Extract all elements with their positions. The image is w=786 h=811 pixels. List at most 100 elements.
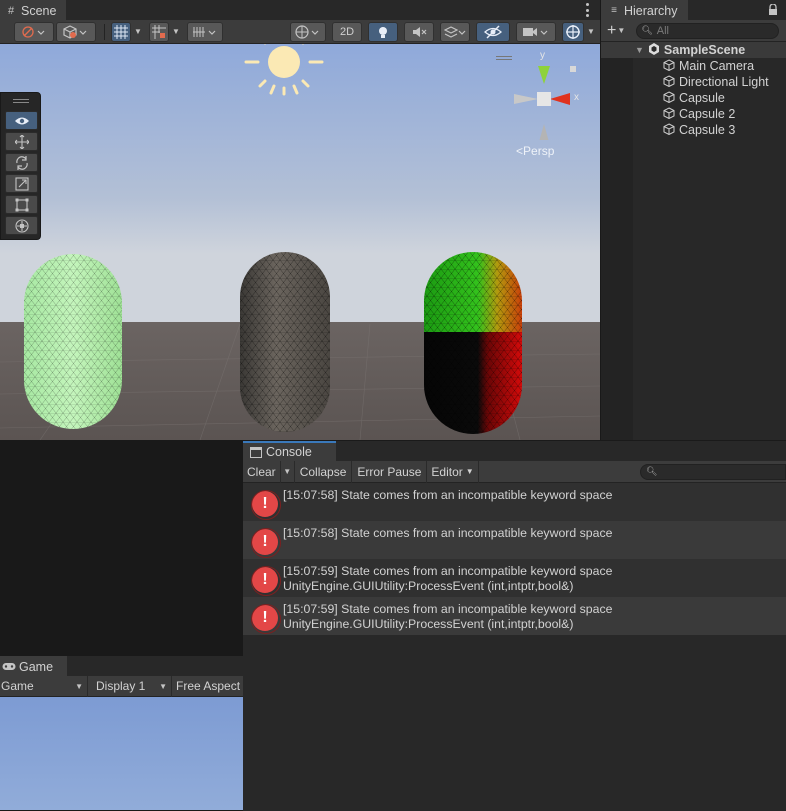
persp-label[interactable]: <Persp: [516, 144, 554, 158]
aspect-dropdown[interactable]: Free Aspect: [172, 676, 243, 697]
tab-hierarchy-label: Hierarchy: [624, 3, 678, 18]
audio-toggle-button[interactable]: [404, 21, 434, 42]
scale-tool-button[interactable]: [5, 174, 38, 193]
game-viewport[interactable]: [0, 697, 243, 810]
tab-console-label: Console: [266, 445, 312, 459]
chevron-down-icon: ▼: [465, 466, 474, 476]
display-dropdown[interactable]: Display 1 ▼: [88, 675, 172, 697]
game-mode-label: Game: [1, 679, 34, 693]
hierarchy-item-label: Directional Light: [679, 75, 769, 89]
toggle-2d-label: 2D: [339, 25, 355, 38]
scene-render-settings-button[interactable]: [290, 21, 326, 42]
scene-tools-palette: [0, 92, 41, 240]
console-log-entry[interactable]: ! [15:07:58] State comes from an incompa…: [243, 483, 786, 521]
gameobject-cube-icon: [663, 90, 675, 106]
console-log-entry[interactable]: ! [15:07:58] State comes from an incompa…: [243, 521, 786, 559]
console-log-list[interactable]: ! [15:07:58] State comes from an incompa…: [243, 483, 786, 811]
foldout-arrow-icon[interactable]: ▼: [635, 45, 644, 55]
render-icon: [193, 26, 216, 37]
console-search-input[interactable]: 🔍︎: [640, 463, 786, 480]
hierarchy-item-label: Capsule: [679, 91, 725, 105]
unity-scene-icon: [648, 42, 660, 58]
hierarchy-item[interactable]: Capsule 3: [601, 122, 735, 138]
scene-viewport[interactable]: y x <Persp: [0, 44, 600, 440]
hierarchy-item[interactable]: Main Camera: [601, 58, 754, 74]
transform-tool-button[interactable]: [5, 216, 38, 235]
console-panel: Console Clear ▼ Collapse Error Pause Edi…: [243, 440, 786, 811]
orientation-gizmo[interactable]: y x <Persp: [496, 50, 590, 170]
draw-mode-button[interactable]: [14, 21, 54, 42]
shading-mode-button[interactable]: [56, 21, 96, 42]
camera-settings-button[interactable]: [516, 21, 556, 42]
log-stacktrace: UnityEngine.GUIUtility:ProcessEvent (int…: [283, 579, 574, 593]
light-icon: [379, 26, 387, 38]
scene-menu-dots-icon[interactable]: [584, 3, 590, 17]
capsule-3[interactable]: [424, 252, 522, 434]
hierarchy-item-label: Main Camera: [679, 59, 755, 73]
grid-snap-button[interactable]: [111, 21, 131, 42]
clear-dropdown[interactable]: ▼: [281, 460, 295, 483]
toggle-2d-button[interactable]: 2D: [332, 21, 362, 42]
console-clear-button[interactable]: Clear: [243, 460, 281, 483]
gizmo-icon: [566, 24, 580, 39]
search-icon: 🔍︎: [646, 466, 658, 476]
console-collapse-button[interactable]: Collapse: [295, 460, 353, 483]
hierarchy-search-placeholder: All: [656, 24, 670, 37]
hash-icon: #: [7, 4, 15, 17]
hierarchy-tree: ▼ SampleScene Main Camera Directional Li…: [601, 42, 786, 440]
visibility-icon: [484, 24, 502, 39]
rect-tool-button[interactable]: [5, 195, 38, 214]
hierarchy-search-input[interactable]: 🔍︎ All: [636, 22, 780, 39]
tab-game[interactable]: Game: [0, 656, 68, 676]
grid-snap-dropdown[interactable]: ▼: [133, 27, 143, 36]
transform-tool-icon: [14, 218, 29, 233]
increment-snap-dropdown[interactable]: ▼: [171, 27, 181, 36]
hierarchy-panel: ≡ Hierarchy + ▼ 🔍︎ All ▼ SampleScene Mai…: [601, 0, 786, 440]
console-editor-dropdown[interactable]: Editor ▼: [427, 460, 479, 483]
rotate-tool-button[interactable]: [5, 153, 38, 172]
console-log-entry[interactable]: ! [15:07:59] State comes from an incompa…: [243, 559, 786, 597]
tab-console[interactable]: Console: [243, 441, 336, 461]
gizmo-drag-handle[interactable]: [496, 56, 512, 60]
scene-toolbar: ▼ ▼ 2D ▼: [0, 20, 600, 44]
increment-snap-button[interactable]: [149, 21, 169, 42]
gizmo-x-label: x: [574, 92, 579, 103]
gameobject-cube-icon: [663, 122, 675, 138]
visibility-toggle-button[interactable]: [476, 21, 510, 42]
tab-scene[interactable]: # Scene: [0, 0, 67, 20]
view-tool-button[interactable]: [5, 111, 38, 130]
lock-icon[interactable]: [768, 3, 778, 16]
console-editor-label: Editor: [431, 464, 463, 479]
capsule-1[interactable]: [24, 254, 122, 429]
console-log-entry[interactable]: ! [15:07:59] State comes from an incompa…: [243, 597, 786, 635]
console-error-pause-button[interactable]: Error Pause: [352, 460, 428, 483]
gizmos-dropdown[interactable]: ▼: [586, 27, 596, 36]
gizmos-button[interactable]: [562, 21, 584, 42]
error-icon: !: [251, 528, 281, 558]
camera-icon: [523, 27, 548, 36]
draw-mode-icon: [22, 25, 45, 38]
hierarchy-item[interactable]: Capsule 2: [601, 106, 735, 122]
list-menu-icon: ≡: [611, 5, 617, 16]
chevron-down-icon: ▼: [159, 681, 167, 691]
move-tool-icon: [14, 134, 29, 149]
hierarchy-item[interactable]: Directional Light: [601, 74, 769, 90]
view-tool-icon: [14, 117, 29, 124]
capsule-2[interactable]: [240, 252, 330, 432]
move-tool-button[interactable]: [5, 132, 38, 151]
create-dropdown[interactable]: ▼: [616, 26, 626, 35]
game-mode-dropdown[interactable]: Game ▼: [0, 675, 88, 697]
light-toggle-button[interactable]: [368, 21, 398, 42]
tab-scene-label: Scene: [21, 3, 57, 18]
effects-button[interactable]: [440, 21, 470, 42]
tab-hierarchy[interactable]: ≡ Hierarchy: [601, 0, 688, 20]
render-settings-sphere-icon: [295, 24, 319, 39]
render-button[interactable]: [187, 21, 223, 42]
log-stacktrace: UnityEngine.GUIUtility:ProcessEvent (int…: [283, 617, 574, 631]
chevron-down-icon: ▼: [75, 681, 83, 691]
tools-drag-handle[interactable]: [13, 99, 29, 103]
hierarchy-item-samplescene[interactable]: ▼ SampleScene: [601, 42, 786, 58]
hierarchy-item-label: Capsule 2: [679, 107, 736, 121]
plus-icon[interactable]: +: [607, 22, 616, 39]
hierarchy-item[interactable]: Capsule: [601, 90, 725, 106]
